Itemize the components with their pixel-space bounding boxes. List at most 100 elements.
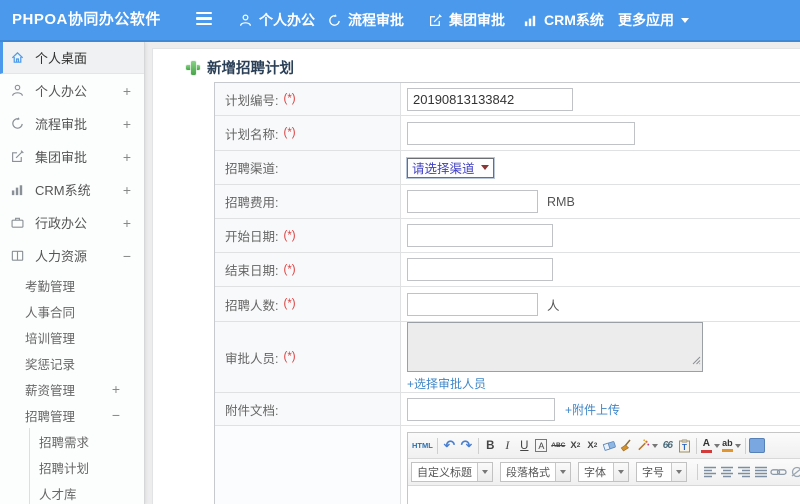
align-justify-icon[interactable] <box>752 463 769 482</box>
undo-icon[interactable]: ↶ <box>441 436 458 455</box>
chevron-down-icon <box>713 443 720 448</box>
html-source-button[interactable]: HTML <box>411 436 434 455</box>
sidebar-subitem-training[interactable]: 培训管理 <box>0 324 144 350</box>
subscript-button[interactable]: X2 <box>584 436 601 455</box>
nav-item-crm-system[interactable]: CRM系统 <box>523 0 604 40</box>
required-mark: (*) <box>283 127 296 139</box>
sidebar-item-crm-system[interactable]: CRM系统 + <box>0 173 144 206</box>
sidebar-subitem-attendance[interactable]: 考勤管理 <box>0 272 144 298</box>
sidebar-item-human-resources[interactable]: 人力资源 − <box>0 239 144 272</box>
font-size-dropdown[interactable]: 字号 <box>636 462 687 482</box>
chevron-down-icon <box>477 463 492 481</box>
expand-plus-icon[interactable]: + <box>123 182 131 198</box>
end-date-input[interactable] <box>407 258 553 281</box>
align-left-icon[interactable] <box>701 463 718 482</box>
expand-plus-icon[interactable]: + <box>112 381 120 397</box>
sidebar-item-group-approval[interactable]: 集团审批 + <box>0 140 144 173</box>
superscript-button[interactable]: X2 <box>567 436 584 455</box>
select-approvers-link[interactable]: +选择审批人员 <box>407 375 486 392</box>
clipped-toolbar-icon[interactable] <box>748 438 765 453</box>
paste-plain-text-icon[interactable]: T <box>676 436 693 455</box>
hr-book-icon <box>10 248 27 263</box>
format-brush-icon[interactable] <box>618 436 635 455</box>
custom-heading-dropdown[interactable]: 自定义标题 <box>411 462 493 482</box>
nav-item-label: CRM系统 <box>544 12 604 28</box>
expand-plus-icon[interactable]: + <box>123 83 131 99</box>
recruit-channel-select[interactable]: 请选择渠道 <box>407 157 494 178</box>
expand-plus-icon[interactable]: + <box>123 116 131 132</box>
svg-text:T: T <box>682 443 687 452</box>
expand-plus-icon[interactable]: + <box>123 149 131 165</box>
field-label: 计划名称: <box>225 127 279 142</box>
sidebar-subitem-recruit-demand[interactable]: 招聘需求 <box>30 428 144 454</box>
briefcase-icon <box>10 215 27 230</box>
approvers-textarea[interactable] <box>407 322 703 372</box>
font-color-button[interactable]: A <box>700 436 721 455</box>
sidebar-item-process-approval[interactable]: 流程审批 + <box>0 107 144 140</box>
editor-toolbar-row2: 自定义标题 段落格式 字体 字号 <box>408 459 800 486</box>
align-right-icon[interactable] <box>735 463 752 482</box>
sidebar-subitem-salary[interactable]: 薪资管理 + <box>0 376 144 402</box>
recruit-submenu-group: 招聘需求 招聘计划 人才库 <box>29 428 144 504</box>
blockquote-button[interactable]: 66 <box>659 436 676 455</box>
sidebar: 个人桌面 个人办公 + 流程审批 + 集团审批 + CRM系统 + 行政办公 +… <box>0 42 145 504</box>
sidebar-item-label: 集团审批 <box>35 150 88 165</box>
form-row-attachment: 附件文档: +附件上传 <box>215 393 800 426</box>
bar-chart-icon <box>523 13 538 28</box>
sidebar-subitem-recruit-management[interactable]: 招聘管理 − <box>0 402 144 428</box>
paragraph-format-dropdown[interactable]: 段落格式 <box>500 462 571 482</box>
redo-icon[interactable]: ↷ <box>458 436 475 455</box>
collapse-minus-icon[interactable]: − <box>112 407 120 423</box>
field-label: 开始日期: <box>225 230 279 244</box>
headcount-input[interactable] <box>407 292 538 316</box>
edit-icon <box>428 13 443 28</box>
process-icon <box>10 116 27 131</box>
recruit-plan-form: 计划编号: (*) 计划名称: (*) 招聘 <box>214 82 800 504</box>
underline-button[interactable]: U <box>516 436 533 455</box>
expand-plus-icon[interactable]: + <box>123 215 131 231</box>
sidebar-item-personal-desktop[interactable]: 个人桌面 <box>0 42 144 74</box>
app-window: PHPOA协同办公软件 个人办公 流程审批 集团审批 CRM系统 更多应用 个人… <box>0 0 800 504</box>
font-border-button[interactable]: A <box>535 439 548 452</box>
clipped-toolbar-icon[interactable] <box>788 463 800 482</box>
form-row-end-date: 结束日期: (*) <box>215 253 800 287</box>
plan-name-input[interactable] <box>407 121 635 145</box>
link-icon[interactable] <box>769 463 788 482</box>
font-family-dropdown[interactable]: 字体 <box>578 462 629 482</box>
sidebar-item-personal-office[interactable]: 个人办公 + <box>0 74 144 107</box>
resize-grip-icon[interactable] <box>692 352 701 370</box>
nav-item-personal-office[interactable]: 个人办公 <box>238 0 315 40</box>
sidebar-subitem-talent-pool[interactable]: 人才库 <box>30 480 144 504</box>
strikethrough-button[interactable]: ABC <box>550 436 567 455</box>
sidebar-subitem-hr-contract[interactable]: 人事合同 <box>0 298 144 324</box>
eraser-icon[interactable] <box>601 436 618 455</box>
highlight-color-button[interactable]: ab <box>721 436 742 455</box>
editor-content-area[interactable] <box>408 486 800 504</box>
nav-item-more-apps[interactable]: 更多应用 <box>618 0 689 40</box>
sidebar-subitem-label: 薪资管理 <box>25 383 76 398</box>
nav-item-group-approval[interactable]: 集团审批 <box>428 0 505 40</box>
required-mark: (*) <box>283 351 296 363</box>
sidebar-subitem-label: 招聘需求 <box>39 435 90 450</box>
required-mark: (*) <box>283 229 296 242</box>
sidebar-item-admin-office[interactable]: 行政办公 + <box>0 206 144 239</box>
hamburger-menu-icon[interactable] <box>196 12 214 28</box>
required-mark: (*) <box>283 93 296 105</box>
sidebar-item-label: 人力资源 <box>35 249 88 264</box>
bold-button[interactable]: B <box>482 436 499 455</box>
required-mark: (*) <box>283 263 296 276</box>
plan-number-input[interactable] <box>407 87 573 111</box>
italic-button[interactable]: I <box>499 436 516 455</box>
start-date-input[interactable] <box>407 224 553 247</box>
collapse-minus-icon[interactable]: − <box>123 248 131 264</box>
form-row-start-date: 开始日期: (*) <box>215 219 800 253</box>
sidebar-subitem-recruit-plan[interactable]: 招聘计划 <box>30 454 144 480</box>
nav-item-process-approval[interactable]: 流程审批 <box>327 0 404 40</box>
sidebar-subitem-rewards[interactable]: 奖惩记录 <box>0 350 144 376</box>
recruit-cost-input[interactable] <box>407 190 538 213</box>
upload-attachment-link[interactable]: +附件上传 <box>565 401 620 418</box>
autotypeset-icon[interactable] <box>635 436 659 455</box>
sidebar-subitem-label: 考勤管理 <box>25 279 76 294</box>
align-center-icon[interactable] <box>718 463 735 482</box>
attachment-input[interactable] <box>407 397 555 421</box>
